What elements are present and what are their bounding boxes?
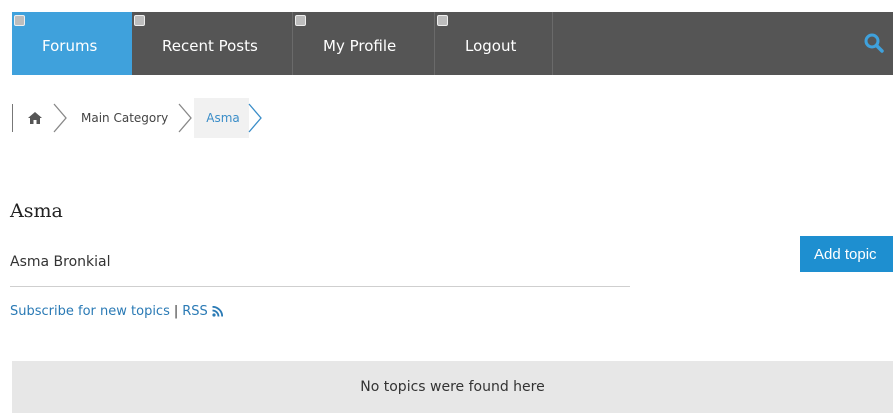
breadcrumb: Main Category Asma: [12, 98, 264, 138]
subscription-links: Subscribe for new topics | RSS: [10, 304, 223, 319]
link-separator: |: [173, 304, 179, 319]
breadcrumb-item-main-category[interactable]: Main Category: [69, 111, 176, 125]
nav-bullet-icon: [14, 15, 25, 26]
rss-link[interactable]: RSS: [182, 304, 208, 319]
nav-item-my-profile[interactable]: My Profile: [293, 12, 435, 75]
divider: [10, 286, 630, 287]
nav-item-label: Recent Posts: [162, 36, 258, 55]
page-title: Asma: [10, 200, 63, 222]
home-icon[interactable]: [27, 111, 43, 125]
nav-item-forums[interactable]: Forums: [12, 12, 132, 75]
add-topic-button[interactable]: Add topic: [800, 236, 893, 272]
nav-bullet-icon: [295, 15, 306, 26]
nav-item-label: My Profile: [323, 36, 397, 55]
search-icon[interactable]: [863, 32, 885, 54]
category-description: Asma Bronkial: [10, 254, 111, 270]
breadcrumb-chevron-icon: [245, 98, 264, 138]
nav-item-recent-posts[interactable]: Recent Posts: [132, 12, 293, 75]
breadcrumb-item-current: Asma: [194, 98, 246, 138]
top-navbar: Forums Recent Posts My Profile Logout: [12, 12, 893, 75]
breadcrumb-chevron-icon: [178, 103, 193, 133]
breadcrumb-chevron-icon: [53, 103, 67, 133]
empty-topics-notice: No topics were found here: [12, 361, 893, 413]
nav-item-label: Forums: [42, 36, 98, 55]
empty-topics-message: No topics were found here: [360, 379, 545, 395]
breadcrumb-divider: [12, 104, 13, 132]
nav-item-logout[interactable]: Logout: [435, 12, 553, 75]
nav-bullet-icon: [437, 15, 448, 26]
subscribe-link[interactable]: Subscribe for new topics: [10, 304, 170, 319]
nav-item-label: Logout: [465, 36, 517, 55]
nav-bullet-icon: [134, 15, 145, 26]
rss-icon[interactable]: [212, 306, 223, 317]
